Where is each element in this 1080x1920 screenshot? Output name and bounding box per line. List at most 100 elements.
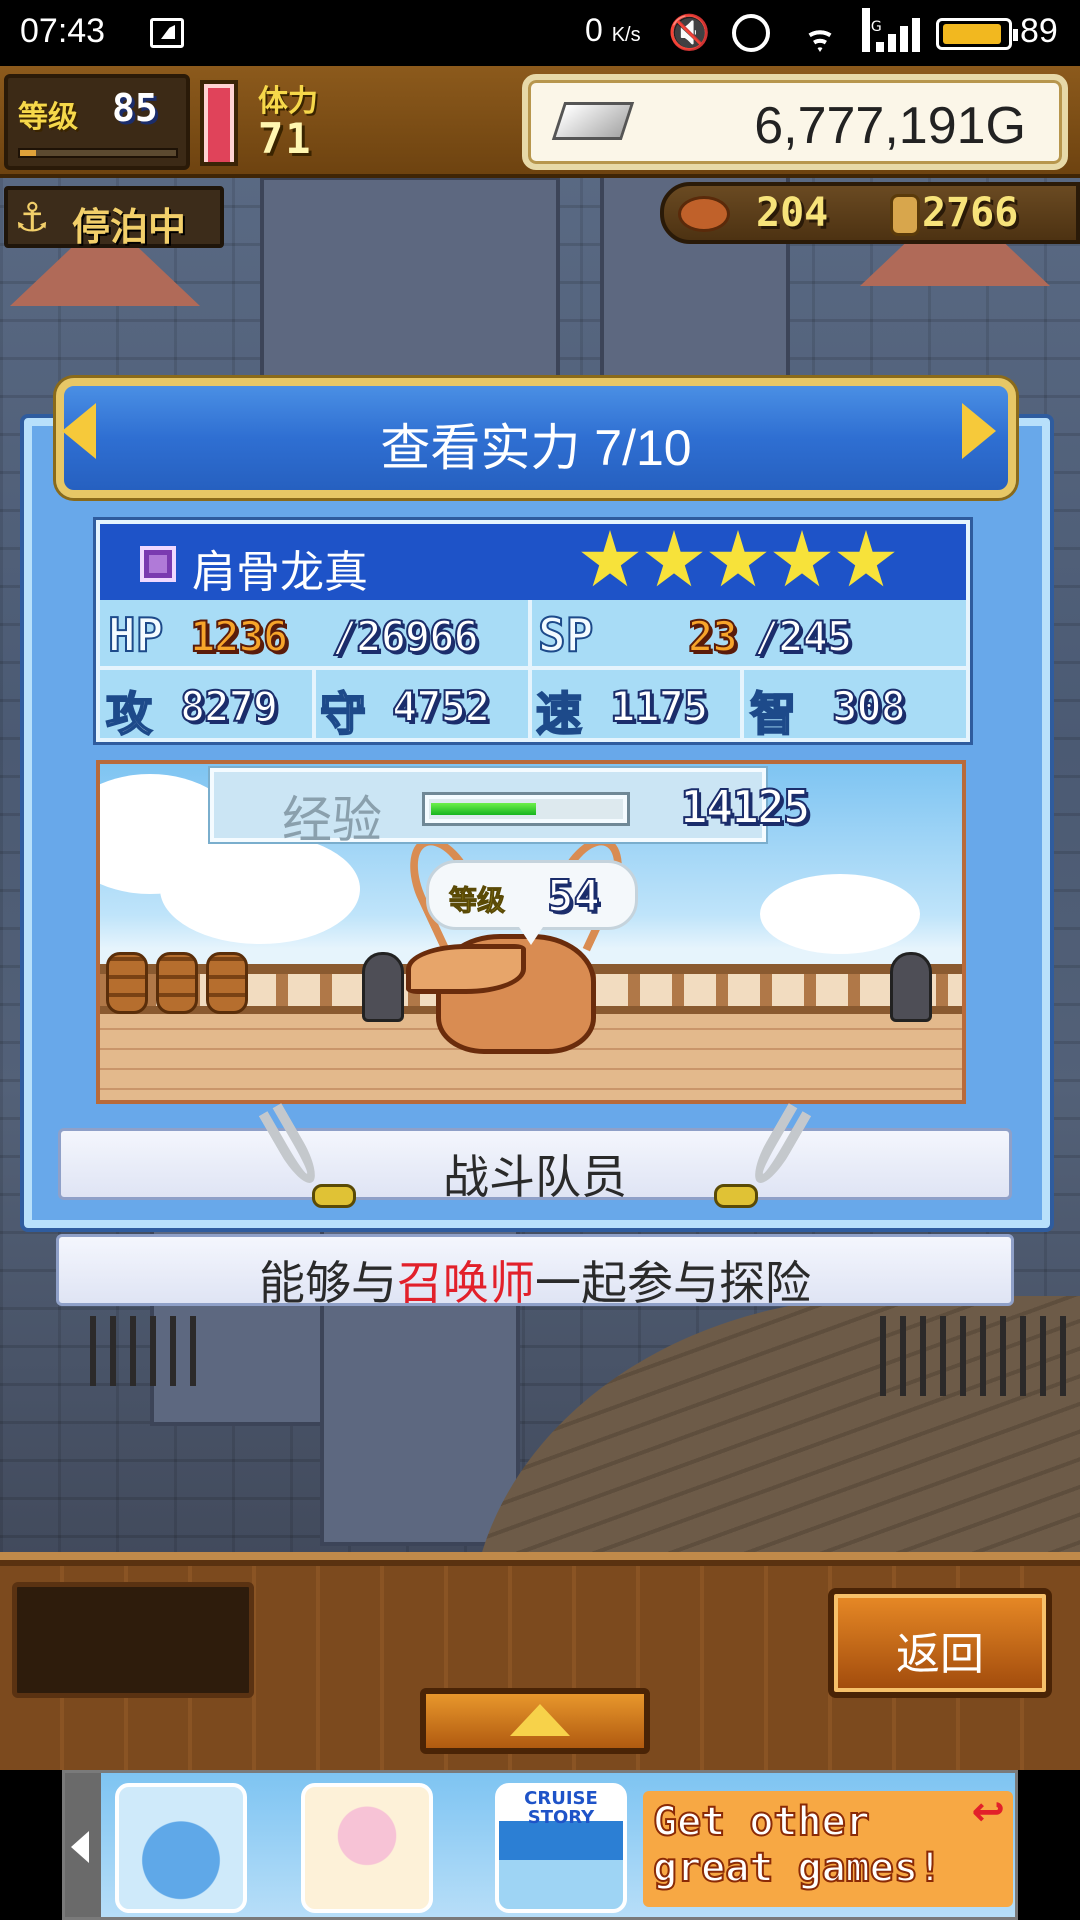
- hp-max: /26966: [331, 611, 480, 662]
- food-icon: [678, 196, 730, 232]
- wood-value: 2766: [922, 190, 1019, 236]
- experience-label: 经验: [282, 791, 382, 849]
- stamina-value: 71: [258, 114, 313, 163]
- ad-game-icon[interactable]: CRUISE STORY: [495, 1783, 627, 1913]
- ad-game-icon[interactable]: [115, 1783, 247, 1913]
- ad-promo[interactable]: Get other great games! ↩: [643, 1789, 1013, 1907]
- moored-status-badge[interactable]: ⚓ 停泊中: [4, 186, 224, 249]
- role-label: 战斗队员: [443, 1150, 627, 1204]
- description-suffix: 一起参与探险: [535, 1256, 811, 1310]
- anchor-icon: ⚓: [14, 195, 50, 241]
- description-highlight: 召唤师: [397, 1256, 535, 1310]
- experience-panel: 经验 14125: [210, 768, 811, 849]
- unit-level-value: 54: [546, 870, 601, 923]
- network-speed-value: 0: [585, 12, 603, 48]
- star-icon: [645, 530, 703, 587]
- experience-bar: [422, 792, 630, 826]
- barrel: [206, 952, 248, 1014]
- cannon: [890, 952, 932, 1022]
- role-banner: 战斗队员: [58, 1128, 1012, 1204]
- cell-signal-icon: 4G: [862, 8, 920, 52]
- arrow-left-icon: [71, 1831, 89, 1863]
- unit-name: 肩骨龙真: [192, 547, 368, 598]
- intelligence-cell: 智 308: [744, 670, 966, 742]
- unit-preview-scene: 经验 14125 等级 54: [96, 760, 966, 1104]
- sword-icon: [258, 1103, 358, 1214]
- back-button[interactable]: 返回: [828, 1588, 1052, 1698]
- star-icon: [773, 530, 831, 587]
- defense-value: 4752: [391, 681, 491, 732]
- network-speed-unit: K/s: [611, 24, 641, 46]
- defense-cell: 守 4752: [316, 670, 533, 742]
- speed-cell: 速 1175: [532, 670, 745, 742]
- mute-icon: 🔇: [668, 13, 711, 53]
- food-value: 204: [756, 190, 829, 236]
- description-banner: 能够与召唤师一起参与探险: [56, 1234, 1014, 1310]
- player-exp-bar: [18, 148, 178, 158]
- dialog-title: 查看实力 7/10: [380, 420, 692, 476]
- unit-level-label: 等级: [448, 884, 506, 918]
- back-button-label: 返回: [896, 1629, 984, 1680]
- expand-menu-button[interactable]: [420, 1688, 650, 1754]
- network-speed: 0 K/s: [585, 12, 641, 49]
- experience-value: 14125: [679, 779, 811, 835]
- screenshot-notification-icon: [150, 18, 184, 48]
- arrow-left-icon[interactable]: [62, 403, 96, 459]
- ad-game-caption: CRUISE STORY: [524, 1788, 598, 1828]
- battery-icon: [936, 18, 1018, 50]
- return-arrow-icon: ↩: [971, 1789, 1005, 1835]
- ad-banner[interactable]: CRUISE STORY Get other great games! ↩: [0, 1770, 1080, 1920]
- ad-frame[interactable]: CRUISE STORY Get other great games! ↩: [62, 1770, 1018, 1920]
- silver-ingot-icon: [551, 102, 635, 140]
- cell-network-tag: 4G: [862, 8, 882, 52]
- hp-label: HP: [107, 607, 164, 663]
- cannon: [362, 952, 404, 1022]
- ad-scroll-left[interactable]: [65, 1773, 101, 1917]
- gold-display[interactable]: 6,777,191G: [522, 74, 1068, 170]
- arrow-right-icon[interactable]: [962, 403, 996, 459]
- purple-rank-badge-icon: [140, 546, 176, 582]
- hp-current: 1236: [189, 611, 289, 662]
- attack-value: 8279: [179, 681, 279, 732]
- barrel: [106, 952, 148, 1014]
- gold-value: 6,777,191G: [754, 97, 1026, 155]
- attack-label: 攻: [105, 686, 153, 742]
- ad-promo-text: Get other great games!: [652, 1798, 943, 1892]
- sp-max: /245: [753, 611, 853, 662]
- wifi-icon: [800, 14, 840, 52]
- star-icon: [837, 530, 895, 587]
- sp-cell: SP 23 /245: [532, 600, 966, 666]
- speed-label: 速: [535, 686, 583, 742]
- battery-percent: 89: [1020, 12, 1058, 50]
- defense-label: 守: [319, 686, 367, 742]
- status-bar: 07:43 0 K/s 🔇 4G 89: [0, 0, 1080, 66]
- intelligence-label: 智: [749, 686, 797, 742]
- stamina-gauge: [200, 80, 238, 166]
- barrel: [156, 952, 198, 1014]
- clock: 07:43: [20, 12, 106, 50]
- hp-cell: HP 1236 /26966: [100, 600, 533, 666]
- star-icon: [581, 530, 639, 587]
- star-icon: [709, 530, 767, 587]
- player-level-value: 85: [112, 86, 158, 130]
- sword-icon: [712, 1103, 812, 1214]
- unit-name-row: 肩骨龙真: [100, 524, 966, 600]
- dialog-title-bar: 查看实力 7/10: [56, 378, 1016, 498]
- intelligence-value: 308: [831, 681, 907, 732]
- player-level[interactable]: 等级 85: [4, 74, 190, 170]
- bottom-menu: 返回: [0, 1552, 1080, 1770]
- rarity-stars: [580, 530, 896, 592]
- attack-cell: 攻 8279: [100, 670, 317, 742]
- wood-icon: [890, 194, 920, 236]
- unit-stats-table: 肩骨龙真 HP 1236 /26966 SP 23 /245 攻 8279 守 …: [96, 520, 970, 742]
- sp-label: SP: [537, 607, 594, 663]
- player-level-label: 等级: [18, 100, 78, 135]
- top-hud: 等级 85 体力 71 6,777,191G: [0, 66, 1080, 178]
- alarm-icon: [732, 14, 770, 52]
- moored-status-label: 停泊中: [72, 205, 187, 249]
- speed-value: 1175: [609, 681, 709, 732]
- empty-slot: [12, 1582, 254, 1698]
- resource-bar: 204 2766: [660, 182, 1080, 244]
- triangle-up-icon: [510, 1704, 570, 1736]
- ad-game-icon[interactable]: [301, 1783, 433, 1913]
